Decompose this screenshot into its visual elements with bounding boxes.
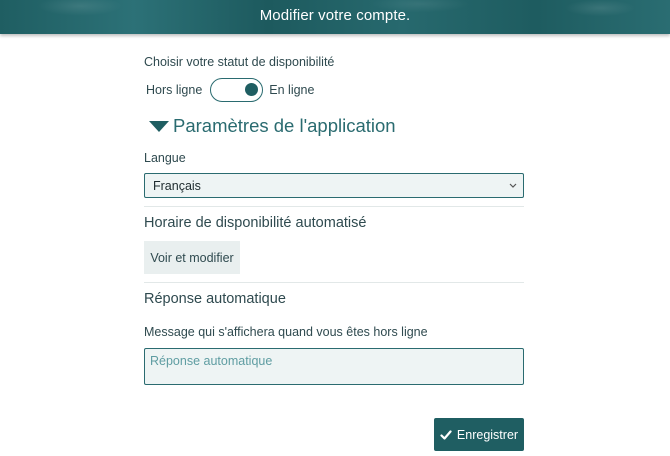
availability-toggle[interactable] bbox=[210, 78, 264, 102]
divider bbox=[144, 282, 524, 283]
availability-status-label: Choisir votre statut de disponibilité bbox=[144, 55, 335, 69]
offline-label: Hors ligne bbox=[146, 83, 203, 97]
auto-reply-message-label: Message qui s'affichera quand vous êtes … bbox=[144, 325, 428, 339]
toggle-knob bbox=[245, 83, 259, 96]
auto-reply-title: Réponse automatique bbox=[144, 291, 286, 307]
app-settings-title: Paramètres de l'application bbox=[173, 115, 396, 136]
language-select[interactable]: Français bbox=[144, 173, 524, 198]
save-button-label: Enregistrer bbox=[456, 427, 519, 442]
availability-toggle-row: Hors ligne En ligne bbox=[146, 78, 314, 102]
schedule-title: Horaire de disponibilité automatisé bbox=[144, 215, 367, 231]
language-label: Langue bbox=[144, 151, 186, 165]
caret-down-icon bbox=[149, 121, 169, 132]
auto-reply-input[interactable] bbox=[144, 348, 524, 385]
save-button[interactable]: Enregistrer bbox=[434, 418, 524, 451]
online-label: En ligne bbox=[269, 83, 315, 97]
app-settings-header[interactable]: Paramètres de l'application bbox=[149, 115, 396, 137]
page-header: Modifier votre compte. bbox=[0, 0, 670, 34]
page-subtitle: Modifier votre compte. bbox=[259, 7, 411, 24]
language-selected-value: Français bbox=[153, 178, 201, 193]
check-icon bbox=[440, 429, 452, 441]
view-edit-schedule-button[interactable]: Voir et modifier bbox=[144, 241, 240, 274]
divider bbox=[144, 206, 524, 207]
chevron-down-icon bbox=[509, 179, 517, 195]
